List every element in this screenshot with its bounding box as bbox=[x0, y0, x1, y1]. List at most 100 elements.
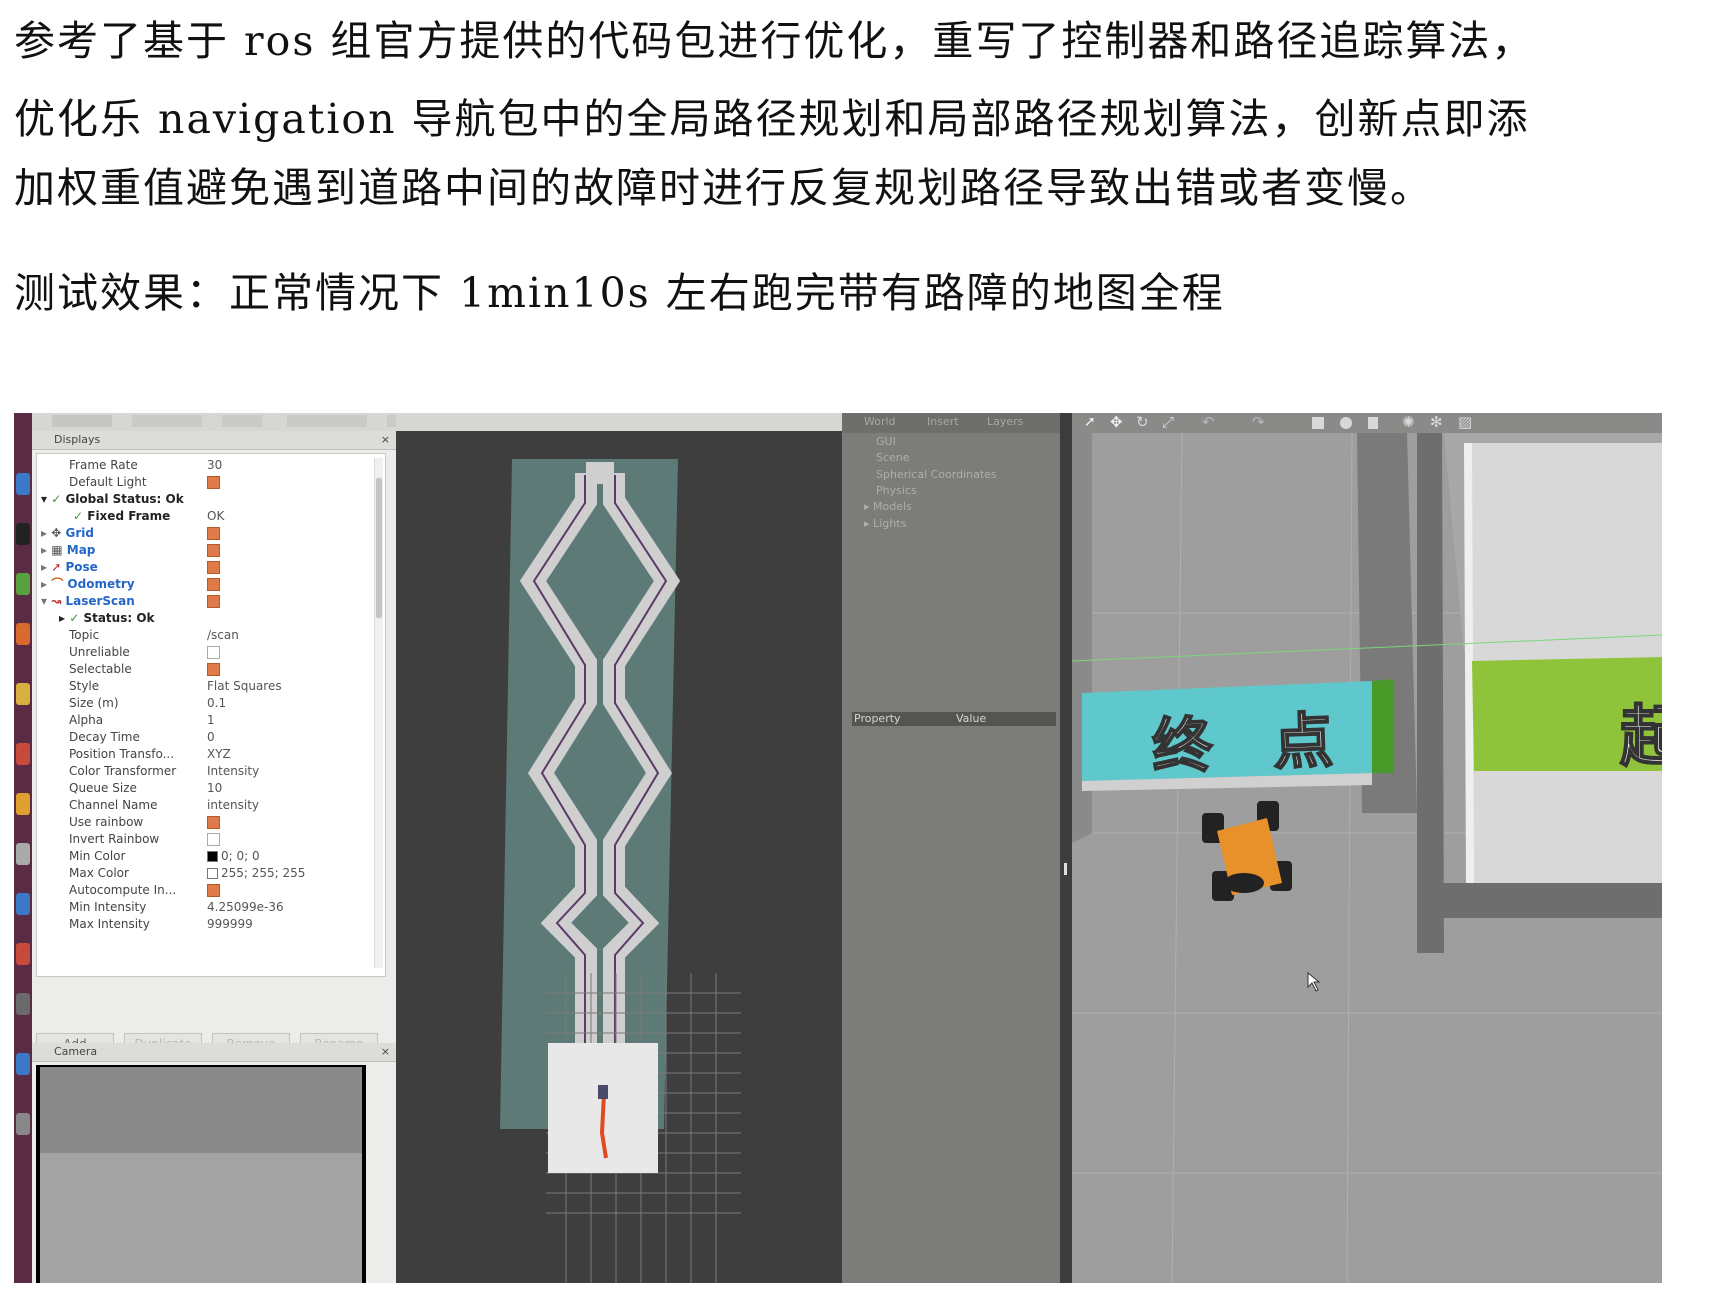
checkbox-unchecked[interactable] bbox=[207, 646, 220, 659]
point-light-icon[interactable]: ✺ bbox=[1402, 413, 1415, 431]
toolbar-tool[interactable] bbox=[287, 415, 367, 427]
checkbox-checked[interactable] bbox=[207, 561, 220, 574]
launcher-app-icon[interactable] bbox=[16, 623, 30, 645]
launcher-app-icon[interactable] bbox=[16, 793, 30, 815]
launcher-app-icon[interactable] bbox=[16, 843, 30, 865]
launcher-app-icon[interactable] bbox=[16, 473, 30, 495]
launcher-app-icon[interactable] bbox=[16, 683, 30, 705]
checkbox-checked[interactable] bbox=[207, 544, 220, 557]
doc-test-result: 测试效果：正常情况下 1min10s 左右跑完带有路障的地图全程 bbox=[14, 269, 1225, 317]
scale-icon[interactable]: ⤢ bbox=[1162, 413, 1174, 431]
undo-icon[interactable]: ↶ bbox=[1202, 413, 1215, 431]
doc-line-1: 参考了基于 ros 组官方提供的代码包进行优化，重写了控制器和路径追踪算法， bbox=[14, 17, 1535, 65]
prop-row[interactable]: Max Intensity 999999 bbox=[37, 915, 367, 933]
panel-splitter[interactable] bbox=[1060, 413, 1072, 1283]
tree-item-lights[interactable]: ▸ Lights bbox=[864, 517, 906, 530]
prop-row-category[interactable]: ▾ ✓ Global Status: Ok bbox=[37, 490, 367, 508]
gazebo-3d-scene[interactable]: 终 点 起 ➚ ✥ ↻ ⤢ ↶ ↷ ✺ ✻ ▨ bbox=[1072, 413, 1662, 1283]
checkbox-checked[interactable] bbox=[207, 663, 220, 676]
checkbox-checked[interactable] bbox=[207, 476, 220, 489]
start-sign-label: 起 bbox=[1619, 697, 1662, 776]
close-icon[interactable]: × bbox=[381, 1043, 390, 1061]
tab-layers[interactable]: Layers bbox=[987, 415, 1023, 428]
spot-light-icon[interactable]: ✻ bbox=[1430, 413, 1443, 431]
checkbox-checked[interactable] bbox=[207, 527, 220, 540]
display-item-grid[interactable]: ▸ ✥ Grid bbox=[37, 524, 367, 542]
sphere-shape-icon[interactable] bbox=[1340, 417, 1352, 429]
prop-row[interactable]: Invert Rainbow bbox=[37, 830, 367, 848]
toolbar-tool[interactable] bbox=[52, 415, 112, 427]
prop-row[interactable]: Frame Rate 30 bbox=[37, 456, 367, 474]
launcher-app-icon[interactable] bbox=[16, 893, 30, 915]
checkbox-unchecked[interactable] bbox=[207, 833, 220, 846]
splitter-grip-icon[interactable] bbox=[1064, 863, 1067, 875]
robot-marker bbox=[598, 1085, 608, 1099]
display-item-laserscan[interactable]: ▾ ↝ LaserScan bbox=[37, 592, 367, 610]
tree-item-gui[interactable]: GUI bbox=[876, 435, 896, 448]
gazebo-toolbar: ➚ ✥ ↻ ⤢ ↶ ↷ ✺ ✻ ▨ bbox=[1072, 413, 1662, 433]
close-icon[interactable]: × bbox=[381, 431, 390, 449]
tree-item-models[interactable]: ▸ Models bbox=[864, 500, 912, 513]
scrollbar-thumb[interactable] bbox=[376, 478, 382, 618]
color-swatch[interactable] bbox=[207, 868, 218, 879]
tree-item-scene[interactable]: Scene bbox=[876, 451, 910, 464]
checkbox-checked[interactable] bbox=[207, 578, 220, 591]
rviz-displays-panel: Displays × Frame Rate 30 Default Light ▾ … bbox=[32, 431, 396, 1283]
prop-row[interactable]: Position Transfo... XYZ bbox=[37, 745, 367, 763]
launcher-app-icon[interactable] bbox=[16, 523, 30, 545]
toolbar-tool[interactable] bbox=[222, 415, 262, 427]
grid-icon: ✥ bbox=[51, 526, 62, 540]
launcher-app-icon[interactable] bbox=[16, 943, 30, 965]
prop-row[interactable]: Unreliable bbox=[37, 643, 367, 661]
display-item-pose[interactable]: ▸ ➚ Pose bbox=[37, 558, 367, 576]
prop-row[interactable]: Queue Size 10 bbox=[37, 779, 367, 797]
prop-row[interactable]: Selectable bbox=[37, 660, 367, 678]
prop-row[interactable]: Use rainbow bbox=[37, 813, 367, 831]
checkbox-checked[interactable] bbox=[207, 884, 220, 897]
camera-panel-title: Camera × bbox=[32, 1043, 396, 1062]
tree-item-spherical-coordinates[interactable]: Spherical Coordinates bbox=[876, 468, 997, 481]
color-swatch[interactable] bbox=[207, 851, 218, 862]
prop-row[interactable]: ✓ Fixed Frame OK bbox=[37, 507, 367, 525]
prop-row[interactable]: Style Flat Squares bbox=[37, 677, 367, 695]
prop-row[interactable]: Topic/scan bbox=[37, 626, 367, 644]
prop-row[interactable]: Min Color 0; 0; 0 bbox=[37, 847, 367, 865]
rotate-icon[interactable]: ↻ bbox=[1136, 413, 1149, 431]
display-item-odometry[interactable]: ▸ ⌒ Odometry bbox=[37, 575, 367, 593]
prop-row[interactable]: Channel Name intensity bbox=[37, 796, 367, 814]
select-arrow-icon[interactable]: ➚ bbox=[1084, 414, 1096, 430]
toolbar-tool[interactable] bbox=[132, 415, 202, 427]
prop-row[interactable]: Max Color 255; 255; 255 bbox=[37, 864, 367, 882]
prop-row[interactable]: Size (m) 0.1 bbox=[37, 694, 367, 712]
odometry-icon: ⌒ bbox=[51, 577, 64, 591]
directional-light-icon[interactable]: ▨ bbox=[1458, 413, 1472, 431]
prop-row[interactable]: Alpha 1 bbox=[37, 711, 367, 729]
translate-icon[interactable]: ✥ bbox=[1110, 413, 1123, 431]
redo-icon[interactable]: ↷ bbox=[1252, 413, 1265, 431]
map-icon: ▦ bbox=[51, 543, 63, 557]
box-shape-icon[interactable] bbox=[1312, 417, 1324, 429]
tab-world[interactable]: World bbox=[864, 415, 896, 428]
checkbox-checked[interactable] bbox=[207, 595, 220, 608]
prop-row[interactable]: Min Intensity 4.25099e-36 bbox=[37, 898, 367, 916]
launcher-app-icon[interactable] bbox=[16, 1113, 30, 1135]
tab-insert[interactable]: Insert bbox=[927, 415, 959, 428]
prop-row[interactable]: ▸ ✓ Status: Ok bbox=[37, 609, 367, 627]
launcher-app-icon[interactable] bbox=[16, 993, 30, 1015]
prop-row[interactable]: Default Light bbox=[37, 473, 367, 491]
display-item-map[interactable]: ▸ ▦ Map bbox=[37, 541, 367, 559]
displays-panel-title: Displays × bbox=[32, 431, 396, 450]
cylinder-shape-icon[interactable] bbox=[1368, 417, 1378, 429]
check-icon: ✓ bbox=[51, 492, 62, 506]
prop-row[interactable]: Color Transformer Intensity bbox=[37, 762, 367, 780]
launcher-app-icon[interactable] bbox=[16, 743, 30, 765]
checkbox-checked[interactable] bbox=[207, 816, 220, 829]
prop-row[interactable]: Decay Time 0 bbox=[37, 728, 367, 746]
prop-row[interactable]: Autocompute In... bbox=[37, 881, 367, 899]
rviz-map-view[interactable] bbox=[396, 413, 842, 1283]
tree-scrollbar[interactable] bbox=[374, 458, 383, 968]
launcher-app-icon[interactable] bbox=[16, 573, 30, 595]
launcher-app-icon[interactable] bbox=[16, 1053, 30, 1075]
check-icon: ✓ bbox=[73, 509, 84, 523]
tree-item-physics[interactable]: Physics bbox=[876, 484, 917, 497]
